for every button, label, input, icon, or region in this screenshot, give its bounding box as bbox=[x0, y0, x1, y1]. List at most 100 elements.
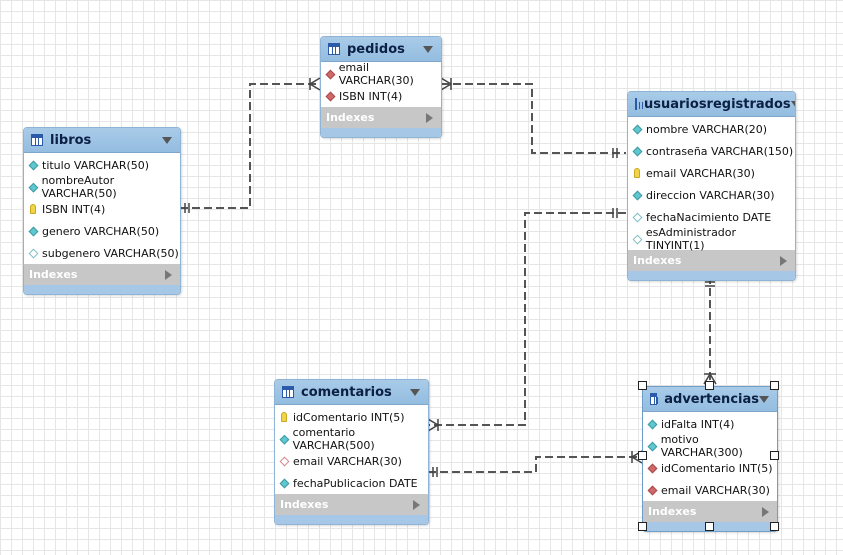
table-libros[interactable]: libros titulo VARCHAR(50) nombreAutor VA… bbox=[23, 127, 181, 295]
foreign-key-icon bbox=[647, 485, 658, 495]
resize-handle-top-right[interactable] bbox=[770, 381, 779, 390]
indexes-section[interactable]: Indexes bbox=[628, 250, 795, 271]
nullable-column-icon bbox=[632, 212, 643, 222]
marker-one-usuarios-comentarios bbox=[612, 208, 618, 218]
indexes-section[interactable]: Indexes bbox=[24, 264, 180, 285]
table-title: comentarios bbox=[301, 384, 392, 400]
table-header[interactable]: libros bbox=[24, 128, 180, 153]
column-row[interactable]: titulo VARCHAR(50) bbox=[24, 154, 180, 176]
table-footer bbox=[275, 515, 428, 524]
table-pedidos[interactable]: pedidos email VARCHAR(30) ISBN INT(4) In… bbox=[320, 36, 442, 138]
table-header[interactable]: usuariosregistrados bbox=[628, 92, 795, 117]
primary-key-icon bbox=[281, 412, 287, 422]
column-label: direccion VARCHAR(30) bbox=[646, 188, 775, 202]
column-diamond-icon bbox=[632, 124, 643, 134]
column-row[interactable]: email VARCHAR(30) bbox=[275, 450, 428, 472]
expand-arrow-icon[interactable] bbox=[165, 269, 172, 280]
resize-handle-top-left[interactable] bbox=[638, 381, 647, 390]
expand-arrow-icon[interactable] bbox=[426, 112, 433, 123]
column-label: subgenero VARCHAR(50) bbox=[42, 246, 179, 260]
collapse-arrow-icon[interactable] bbox=[759, 395, 769, 403]
table-footer bbox=[24, 285, 180, 294]
column-row[interactable]: esAdministrador TINYINT(1) bbox=[628, 226, 795, 252]
column-label: genero VARCHAR(50) bbox=[42, 224, 160, 238]
column-diamond-icon bbox=[279, 434, 290, 444]
column-label: idComentario INT(5) bbox=[293, 410, 405, 424]
column-label: idFalta INT(4) bbox=[661, 417, 735, 431]
rel-libros-pedidos bbox=[180, 83, 320, 209]
column-row[interactable]: idFalta INT(4) bbox=[643, 413, 777, 435]
rel-comentarios-advertencias bbox=[428, 456, 642, 473]
column-row[interactable]: genero VARCHAR(50) bbox=[24, 220, 180, 242]
expand-arrow-icon[interactable] bbox=[762, 506, 769, 517]
table-icon bbox=[282, 386, 294, 398]
column-row[interactable]: ISBN INT(4) bbox=[24, 198, 180, 220]
column-label: motivo VARCHAR(300) bbox=[660, 433, 743, 459]
column-diamond-icon bbox=[279, 478, 290, 488]
column-row[interactable]: email VARCHAR(30) bbox=[643, 479, 777, 501]
column-label: email VARCHAR(30) bbox=[293, 454, 402, 468]
indexes-label: Indexes bbox=[326, 111, 375, 124]
column-row[interactable]: fechaPublicacion DATE bbox=[275, 472, 428, 494]
indexes-section[interactable]: Indexes bbox=[643, 501, 777, 522]
column-label: email VARCHAR(30) bbox=[338, 61, 414, 87]
rel-usuariosregistrados-comentarios bbox=[428, 212, 626, 426]
foreign-key-icon bbox=[647, 463, 658, 473]
indexes-section[interactable]: Indexes bbox=[275, 494, 428, 515]
column-diamond-icon bbox=[28, 226, 39, 236]
collapse-arrow-icon[interactable] bbox=[162, 136, 172, 144]
column-row[interactable]: fechaNacimiento DATE bbox=[628, 206, 795, 228]
column-row[interactable]: subgenero VARCHAR(50) bbox=[24, 242, 180, 264]
table-title: libros bbox=[50, 132, 92, 148]
table-header[interactable]: comentarios bbox=[275, 380, 428, 405]
column-diamond-icon bbox=[647, 441, 658, 451]
column-row[interactable]: contraseña VARCHAR(150) bbox=[628, 140, 795, 162]
column-row[interactable]: nombreAutor VARCHAR(50) bbox=[24, 174, 180, 200]
table-header[interactable]: pedidos bbox=[321, 37, 441, 62]
column-diamond-icon bbox=[28, 160, 39, 170]
table-advertencias[interactable]: advertencias idFalta INT(4) motivo VARCH… bbox=[642, 386, 778, 532]
resize-handle-top-center[interactable] bbox=[705, 381, 714, 390]
table-title: pedidos bbox=[347, 41, 405, 57]
nullable-column-icon bbox=[28, 248, 39, 258]
column-row[interactable]: idComentario INT(5) bbox=[643, 457, 777, 479]
table-header[interactable]: advertencias bbox=[643, 387, 777, 412]
indexes-label: Indexes bbox=[280, 498, 329, 511]
resize-handle-middle-right[interactable] bbox=[770, 451, 779, 460]
rel-pedidos-usuariosregistrados bbox=[441, 83, 626, 154]
column-row[interactable]: ISBN INT(4) bbox=[321, 85, 441, 107]
column-label: fechaNacimiento DATE bbox=[646, 210, 772, 224]
primary-key-icon bbox=[30, 204, 36, 214]
collapse-arrow-icon[interactable] bbox=[423, 45, 433, 53]
resize-handle-bottom-right[interactable] bbox=[770, 522, 779, 531]
column-row[interactable]: direccion VARCHAR(30) bbox=[628, 184, 795, 206]
column-row[interactable]: email VARCHAR(30) bbox=[321, 61, 441, 87]
resize-handle-bottom-left[interactable] bbox=[638, 522, 647, 531]
column-label: esAdministrador TINYINT(1) bbox=[645, 226, 737, 252]
expand-arrow-icon[interactable] bbox=[413, 499, 420, 510]
resize-handle-middle-left[interactable] bbox=[638, 451, 647, 460]
column-label: ISBN INT(4) bbox=[339, 89, 403, 103]
column-row[interactable]: idComentario INT(5) bbox=[275, 406, 428, 428]
column-diamond-icon bbox=[28, 182, 39, 192]
column-row[interactable]: nombre VARCHAR(20) bbox=[628, 118, 795, 140]
column-row[interactable]: email VARCHAR(30) bbox=[628, 162, 795, 184]
indexes-section[interactable]: Indexes bbox=[321, 107, 441, 128]
collapse-arrow-icon[interactable] bbox=[410, 388, 420, 396]
table-usuariosregistrados[interactable]: usuariosregistrados nombre VARCHAR(20) c… bbox=[627, 91, 796, 281]
column-row[interactable]: comentario VARCHAR(500) bbox=[275, 426, 428, 452]
column-label: nombre VARCHAR(20) bbox=[646, 122, 768, 136]
table-comentarios[interactable]: comentarios idComentario INT(5) comentar… bbox=[274, 379, 429, 525]
column-label: ISBN INT(4) bbox=[42, 202, 106, 216]
resize-handle-bottom-center[interactable] bbox=[705, 522, 714, 531]
column-label: idComentario INT(5) bbox=[661, 461, 773, 475]
table-icon bbox=[650, 393, 658, 405]
expand-arrow-icon[interactable] bbox=[780, 255, 787, 266]
foreign-key-icon bbox=[325, 69, 336, 79]
column-label: comentario VARCHAR(500) bbox=[292, 426, 375, 452]
collapse-arrow-icon[interactable] bbox=[790, 100, 795, 108]
indexes-label: Indexes bbox=[648, 505, 697, 518]
column-row[interactable]: motivo VARCHAR(300) bbox=[643, 433, 777, 459]
indexes-label: Indexes bbox=[29, 268, 78, 281]
table-title: advertencias bbox=[664, 391, 759, 407]
